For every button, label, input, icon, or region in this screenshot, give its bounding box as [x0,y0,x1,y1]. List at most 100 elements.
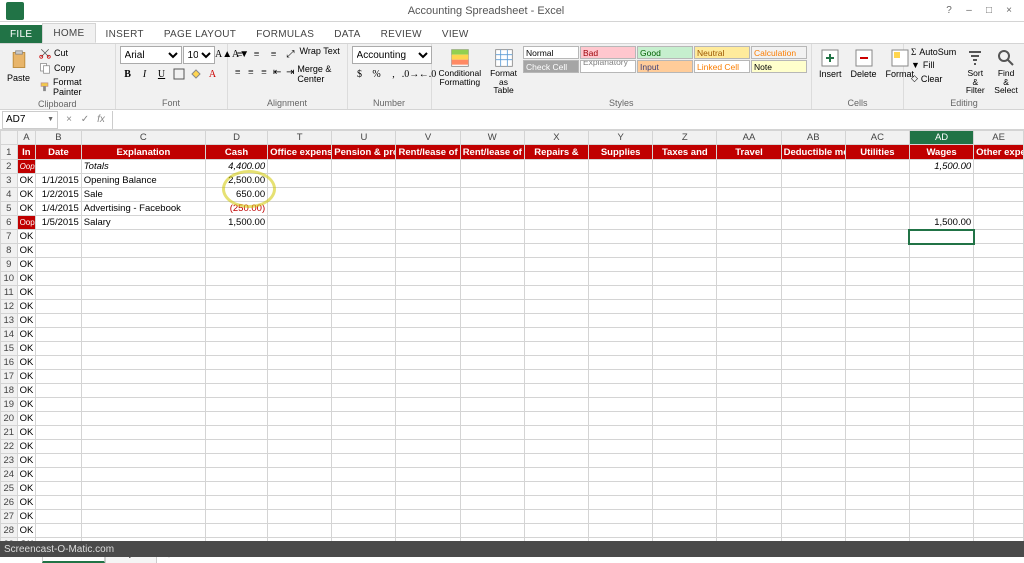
cell[interactable]: OK [17,314,36,328]
cell[interactable] [396,230,460,244]
cell[interactable] [524,468,588,482]
cell[interactable] [460,286,524,300]
conditional-formatting-button[interactable]: Conditional Formatting [436,46,485,88]
minimize-button[interactable]: – [962,5,976,16]
cell[interactable] [781,370,845,384]
cell[interactable] [717,188,781,202]
cell[interactable]: OK [17,412,36,426]
cell[interactable] [781,440,845,454]
cell[interactable] [524,216,588,230]
wrap-text-button[interactable]: Wrap Text [300,46,340,62]
cell[interactable] [589,160,653,174]
row-header-7[interactable]: 7 [1,230,18,244]
cell[interactable] [81,440,205,454]
cell[interactable] [589,524,653,538]
clear-button[interactable]: ◇Clear [908,72,959,85]
cell[interactable] [36,370,82,384]
cell[interactable] [717,454,781,468]
cell[interactable] [909,258,973,272]
spreadsheet-grid[interactable]: ABCDTUVWXYZAAABACADAE1InDateExplanationC… [0,130,1024,543]
cell[interactable] [909,412,973,426]
cell[interactable] [268,286,332,300]
header-cell[interactable]: Travel [717,145,781,160]
cell[interactable] [460,342,524,356]
cell[interactable] [396,202,460,216]
cell[interactable] [460,370,524,384]
col-header-D[interactable]: D [205,131,267,145]
cell[interactable] [974,286,1024,300]
cell[interactable] [460,482,524,496]
cell[interactable] [653,188,717,202]
cell[interactable] [460,412,524,426]
cell[interactable] [36,412,82,426]
style-cell-check-cell[interactable]: Check Cell [523,60,579,73]
cell[interactable] [36,510,82,524]
cell[interactable] [589,356,653,370]
cell[interactable] [909,272,973,286]
cell[interactable] [653,244,717,258]
cell[interactable] [396,412,460,426]
delete-cells-button[interactable]: Delete [848,46,880,81]
cell[interactable] [653,300,717,314]
cell[interactable]: 2,500.00 [205,174,267,188]
cell[interactable] [974,160,1024,174]
cell[interactable] [524,482,588,496]
cell[interactable] [781,174,845,188]
cell[interactable] [589,510,653,524]
cell[interactable] [781,356,845,370]
cell[interactable] [396,510,460,524]
cell[interactable] [781,314,845,328]
row-header-15[interactable]: 15 [1,342,18,356]
cell[interactable] [589,188,653,202]
tab-page-layout[interactable]: PAGE LAYOUT [154,25,246,43]
cell[interactable] [653,230,717,244]
cell[interactable] [845,202,909,216]
bold-button[interactable]: B [120,66,136,82]
cell[interactable] [974,496,1024,510]
cell[interactable] [653,510,717,524]
cell[interactable] [589,328,653,342]
cell[interactable] [396,496,460,510]
cell[interactable] [717,160,781,174]
cell[interactable] [81,384,205,398]
cell[interactable] [909,314,973,328]
cell[interactable] [460,398,524,412]
cell[interactable] [396,370,460,384]
paste-button[interactable]: Paste [4,46,33,85]
align-top-button[interactable]: ≡ [232,46,248,62]
insert-cells-button[interactable]: Insert [816,46,845,81]
cell[interactable] [396,174,460,188]
cell[interactable] [332,202,396,216]
cell[interactable] [974,356,1024,370]
cell[interactable] [653,174,717,188]
cell[interactable] [36,398,82,412]
cell[interactable] [781,160,845,174]
col-header-C[interactable]: C [81,131,205,145]
style-cell-normal[interactable]: Normal [523,46,579,59]
cell[interactable] [974,300,1024,314]
cell[interactable] [332,496,396,510]
cell[interactable] [268,496,332,510]
cell[interactable] [781,244,845,258]
cell[interactable] [460,314,524,328]
cell[interactable] [909,524,973,538]
cell[interactable] [524,244,588,258]
cell[interactable] [781,384,845,398]
comma-button[interactable]: , [386,66,402,82]
cell[interactable] [332,454,396,468]
cell[interactable] [845,272,909,286]
cell[interactable] [36,468,82,482]
header-cell[interactable]: Taxes and [653,145,717,160]
cell[interactable] [524,496,588,510]
format-as-table-button[interactable]: Format as Table [487,46,520,97]
align-middle-button[interactable]: ≡ [249,46,265,62]
cell[interactable]: OK [17,188,36,202]
cell[interactable] [81,244,205,258]
cell[interactable] [268,188,332,202]
cell[interactable] [589,454,653,468]
cell[interactable] [524,188,588,202]
cell[interactable] [781,328,845,342]
decrease-indent-button[interactable]: ⇤ [271,64,283,80]
cell[interactable]: 650.00 [205,188,267,202]
maximize-button[interactable]: □ [982,5,996,16]
